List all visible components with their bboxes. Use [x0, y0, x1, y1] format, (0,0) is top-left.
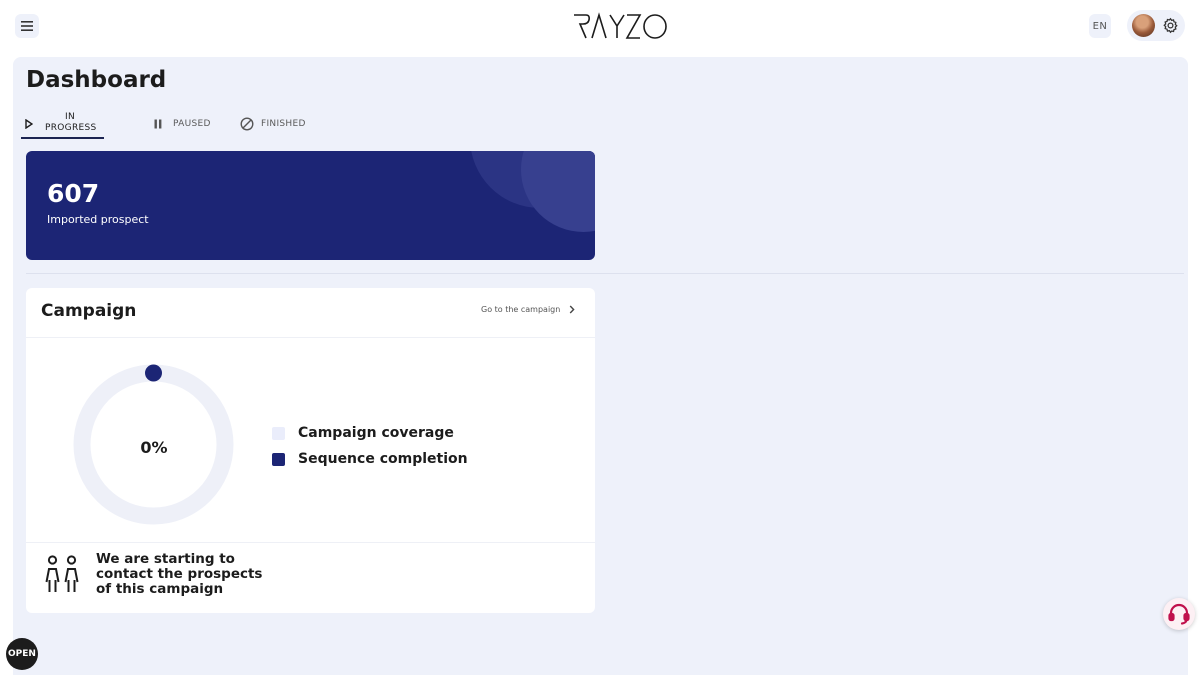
divider: [26, 337, 595, 338]
avatar[interactable]: [1132, 14, 1155, 37]
play-icon: [25, 119, 33, 129]
menu-icon: [21, 21, 33, 31]
status-message: We are starting to contact the prospects…: [96, 551, 263, 597]
legend-label: Sequence completion: [298, 451, 468, 467]
tab-paused[interactable]: PAUSED: [137, 109, 217, 139]
circle-slash-icon: [240, 117, 254, 131]
open-widget-button[interactable]: OPEN: [6, 638, 38, 670]
gear-icon[interactable]: [1162, 17, 1179, 34]
legend-sequence-completion: Sequence completion: [272, 451, 468, 467]
tab-label: IN PROGRESS: [45, 112, 97, 133]
tab-label: FINISHED: [261, 119, 306, 129]
legend-swatch: [272, 452, 285, 466]
open-icon: OPEN: [8, 649, 36, 659]
divider: [26, 273, 1184, 274]
people-icon: [45, 555, 79, 592]
prospect-label: Imported prospect: [47, 213, 149, 226]
dashboard-panel: Dashboard IN PROGRESS PAUSED FINISHED 60: [13, 57, 1188, 675]
logo: [574, 12, 667, 39]
imported-prospects-card: 607 Imported prospect: [26, 151, 595, 260]
tab-label: PAUSED: [173, 119, 211, 129]
legend-label: Campaign coverage: [298, 425, 454, 441]
donut-progress-marker: [145, 364, 162, 382]
campaign-card: Campaign Go to the campaign 0% Campaign …: [26, 288, 595, 613]
legend-swatch: [272, 426, 285, 440]
page-title: Dashboard: [26, 67, 167, 93]
chevron-right-icon: [570, 305, 575, 314]
decor-circle: [521, 151, 595, 232]
support-button[interactable]: [1163, 598, 1195, 630]
go-to-campaign-link[interactable]: Go to the campaign: [481, 305, 575, 314]
go-to-campaign-label: Go to the campaign: [481, 305, 561, 314]
progress-percent: 0%: [140, 438, 168, 457]
prospect-count: 607: [47, 179, 100, 208]
legend-campaign-coverage: Campaign coverage: [272, 425, 454, 441]
tab-in-progress[interactable]: IN PROGRESS: [21, 109, 104, 139]
top-bar: EN: [0, 0, 1200, 52]
user-menu[interactable]: [1127, 10, 1185, 41]
menu-button[interactable]: [15, 14, 39, 38]
language-button[interactable]: EN: [1089, 14, 1111, 38]
headset-icon: [1168, 603, 1190, 625]
campaign-status-message: We are starting to contact the prospects…: [26, 544, 595, 613]
tab-finished[interactable]: FINISHED: [240, 109, 330, 139]
divider: [26, 542, 595, 543]
pause-icon: [154, 119, 162, 129]
campaign-title: Campaign: [41, 301, 137, 321]
